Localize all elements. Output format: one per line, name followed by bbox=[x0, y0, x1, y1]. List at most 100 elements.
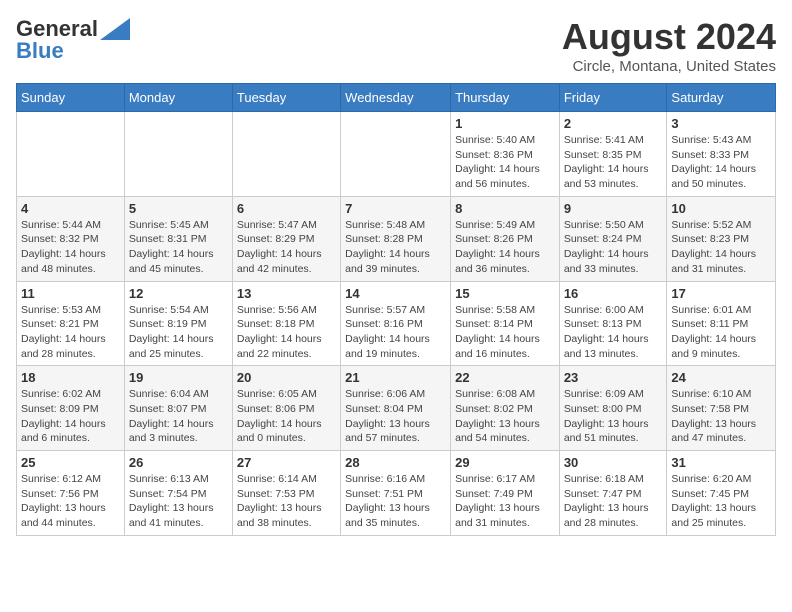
sunset: Sunset: 8:06 PM bbox=[237, 403, 315, 415]
daylight: Daylight: 14 hours and 0 minutes. bbox=[237, 418, 322, 445]
sunrise: Sunrise: 5:58 AM bbox=[455, 304, 535, 316]
calendar-cell: 15 Sunrise: 5:58 AM Sunset: 8:14 PM Dayl… bbox=[451, 281, 560, 366]
sunset: Sunset: 7:56 PM bbox=[21, 488, 99, 500]
calendar-cell: 19 Sunrise: 6:04 AM Sunset: 8:07 PM Dayl… bbox=[124, 366, 232, 451]
sunset: Sunset: 8:31 PM bbox=[129, 233, 207, 245]
sunset: Sunset: 8:28 PM bbox=[345, 233, 423, 245]
sunrise: Sunrise: 5:54 AM bbox=[129, 304, 209, 316]
sunrise: Sunrise: 5:52 AM bbox=[671, 219, 751, 231]
calendar-title: August 2024 bbox=[562, 16, 776, 58]
day-number: 23 bbox=[564, 370, 663, 385]
logo-blue-text: Blue bbox=[16, 38, 64, 64]
sunrise: Sunrise: 5:47 AM bbox=[237, 219, 317, 231]
weekday-tuesday: Tuesday bbox=[232, 84, 340, 112]
daylight: Daylight: 14 hours and 25 minutes. bbox=[129, 333, 214, 360]
sunrise: Sunrise: 6:16 AM bbox=[345, 473, 425, 485]
sunrise: Sunrise: 5:44 AM bbox=[21, 219, 101, 231]
weekday-wednesday: Wednesday bbox=[341, 84, 451, 112]
daylight: Daylight: 14 hours and 6 minutes. bbox=[21, 418, 106, 445]
day-number: 29 bbox=[455, 455, 555, 470]
calendar-cell: 12 Sunrise: 5:54 AM Sunset: 8:19 PM Dayl… bbox=[124, 281, 232, 366]
day-number: 2 bbox=[564, 116, 663, 131]
day-number: 20 bbox=[237, 370, 336, 385]
weekday-monday: Monday bbox=[124, 84, 232, 112]
day-number: 10 bbox=[671, 201, 771, 216]
daylight: Daylight: 13 hours and 54 minutes. bbox=[455, 418, 540, 445]
sunset: Sunset: 8:07 PM bbox=[129, 403, 207, 415]
day-number: 4 bbox=[21, 201, 120, 216]
day-number: 5 bbox=[129, 201, 228, 216]
daylight: Daylight: 13 hours and 41 minutes. bbox=[129, 502, 214, 529]
daylight: Daylight: 14 hours and 50 minutes. bbox=[671, 163, 756, 190]
sunrise: Sunrise: 6:06 AM bbox=[345, 388, 425, 400]
sunset: Sunset: 8:11 PM bbox=[671, 318, 748, 330]
daylight: Daylight: 13 hours and 57 minutes. bbox=[345, 418, 430, 445]
calendar-cell: 4 Sunrise: 5:44 AM Sunset: 8:32 PM Dayli… bbox=[17, 196, 125, 281]
sunrise: Sunrise: 6:12 AM bbox=[21, 473, 101, 485]
day-number: 1 bbox=[455, 116, 555, 131]
day-number: 7 bbox=[345, 201, 446, 216]
weekday-sunday: Sunday bbox=[17, 84, 125, 112]
sunrise: Sunrise: 6:08 AM bbox=[455, 388, 535, 400]
daylight: Daylight: 14 hours and 33 minutes. bbox=[564, 248, 649, 275]
calendar-cell: 27 Sunrise: 6:14 AM Sunset: 7:53 PM Dayl… bbox=[232, 451, 340, 536]
daylight: Daylight: 14 hours and 45 minutes. bbox=[129, 248, 214, 275]
sunset: Sunset: 8:04 PM bbox=[345, 403, 423, 415]
daylight: Daylight: 14 hours and 19 minutes. bbox=[345, 333, 430, 360]
sunset: Sunset: 8:13 PM bbox=[564, 318, 642, 330]
sunrise: Sunrise: 6:14 AM bbox=[237, 473, 317, 485]
sunrise: Sunrise: 5:41 AM bbox=[564, 134, 644, 146]
calendar-header: Sunday Monday Tuesday Wednesday Thursday… bbox=[17, 84, 776, 112]
daylight: Daylight: 14 hours and 31 minutes. bbox=[671, 248, 756, 275]
calendar-cell: 25 Sunrise: 6:12 AM Sunset: 7:56 PM Dayl… bbox=[17, 451, 125, 536]
weekday-row: Sunday Monday Tuesday Wednesday Thursday… bbox=[17, 84, 776, 112]
calendar-cell: 9 Sunrise: 5:50 AM Sunset: 8:24 PM Dayli… bbox=[559, 196, 667, 281]
sunset: Sunset: 7:53 PM bbox=[237, 488, 315, 500]
sunrise: Sunrise: 5:40 AM bbox=[455, 134, 535, 146]
day-number: 26 bbox=[129, 455, 228, 470]
daylight: Daylight: 14 hours and 9 minutes. bbox=[671, 333, 756, 360]
sunrise: Sunrise: 5:43 AM bbox=[671, 134, 751, 146]
calendar-body: 1 Sunrise: 5:40 AM Sunset: 8:36 PM Dayli… bbox=[17, 112, 776, 536]
calendar-cell: 6 Sunrise: 5:47 AM Sunset: 8:29 PM Dayli… bbox=[232, 196, 340, 281]
calendar-cell bbox=[341, 112, 451, 197]
calendar-cell: 1 Sunrise: 5:40 AM Sunset: 8:36 PM Dayli… bbox=[451, 112, 560, 197]
calendar-cell: 23 Sunrise: 6:09 AM Sunset: 8:00 PM Dayl… bbox=[559, 366, 667, 451]
day-number: 3 bbox=[671, 116, 771, 131]
calendar-cell: 7 Sunrise: 5:48 AM Sunset: 8:28 PM Dayli… bbox=[341, 196, 451, 281]
title-block: August 2024 Circle, Montana, United Stat… bbox=[562, 16, 776, 75]
daylight: Daylight: 13 hours and 47 minutes. bbox=[671, 418, 756, 445]
calendar-week-row: 4 Sunrise: 5:44 AM Sunset: 8:32 PM Dayli… bbox=[17, 196, 776, 281]
calendar-cell: 20 Sunrise: 6:05 AM Sunset: 8:06 PM Dayl… bbox=[232, 366, 340, 451]
sunrise: Sunrise: 6:00 AM bbox=[564, 304, 644, 316]
calendar-cell: 5 Sunrise: 5:45 AM Sunset: 8:31 PM Dayli… bbox=[124, 196, 232, 281]
day-number: 12 bbox=[129, 286, 228, 301]
sunrise: Sunrise: 5:48 AM bbox=[345, 219, 425, 231]
calendar-week-row: 25 Sunrise: 6:12 AM Sunset: 7:56 PM Dayl… bbox=[17, 451, 776, 536]
calendar-week-row: 11 Sunrise: 5:53 AM Sunset: 8:21 PM Dayl… bbox=[17, 281, 776, 366]
sunrise: Sunrise: 6:13 AM bbox=[129, 473, 209, 485]
sunrise: Sunrise: 6:20 AM bbox=[671, 473, 751, 485]
sunset: Sunset: 8:14 PM bbox=[455, 318, 533, 330]
day-number: 24 bbox=[671, 370, 771, 385]
calendar-cell: 8 Sunrise: 5:49 AM Sunset: 8:26 PM Dayli… bbox=[451, 196, 560, 281]
sunset: Sunset: 8:24 PM bbox=[564, 233, 642, 245]
sunset: Sunset: 7:54 PM bbox=[129, 488, 207, 500]
sunset: Sunset: 8:16 PM bbox=[345, 318, 423, 330]
calendar-cell: 22 Sunrise: 6:08 AM Sunset: 8:02 PM Dayl… bbox=[451, 366, 560, 451]
calendar-cell: 3 Sunrise: 5:43 AM Sunset: 8:33 PM Dayli… bbox=[667, 112, 776, 197]
daylight: Daylight: 13 hours and 28 minutes. bbox=[564, 502, 649, 529]
day-number: 25 bbox=[21, 455, 120, 470]
calendar-cell: 21 Sunrise: 6:06 AM Sunset: 8:04 PM Dayl… bbox=[341, 366, 451, 451]
daylight: Daylight: 14 hours and 42 minutes. bbox=[237, 248, 322, 275]
day-number: 17 bbox=[671, 286, 771, 301]
calendar-cell bbox=[124, 112, 232, 197]
calendar-cell: 26 Sunrise: 6:13 AM Sunset: 7:54 PM Dayl… bbox=[124, 451, 232, 536]
sunset: Sunset: 8:32 PM bbox=[21, 233, 99, 245]
day-number: 8 bbox=[455, 201, 555, 216]
day-number: 18 bbox=[21, 370, 120, 385]
weekday-friday: Friday bbox=[559, 84, 667, 112]
sunrise: Sunrise: 6:10 AM bbox=[671, 388, 751, 400]
calendar-subtitle: Circle, Montana, United States bbox=[562, 58, 776, 75]
calendar-cell: 18 Sunrise: 6:02 AM Sunset: 8:09 PM Dayl… bbox=[17, 366, 125, 451]
